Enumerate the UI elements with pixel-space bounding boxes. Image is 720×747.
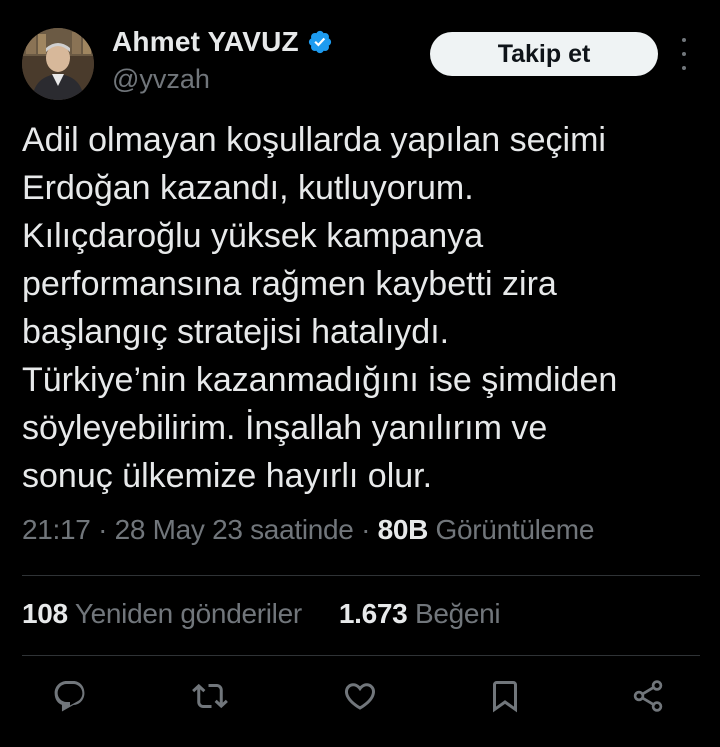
tweet-date[interactable]: 28 May 23 saatinde: [115, 514, 354, 545]
tweet-meta: 21:17 · 28 May 23 saatinde · 80B Görüntü…: [22, 514, 594, 546]
action-bar: [0, 672, 720, 722]
tweet-time[interactable]: 21:17: [22, 514, 91, 545]
meta-separator: ·: [98, 514, 108, 545]
repost-icon[interactable]: [192, 678, 228, 714]
tweet-line: söyleyebilirim. İnşallah yanılırım ve: [22, 409, 548, 447]
tweet-line: sonuç ülkemize hayırlı olur.: [22, 457, 433, 495]
likes-count: 1.673: [338, 598, 408, 629]
meta-separator: ·: [361, 514, 371, 545]
engagement-stats: 108 Yeniden gönderiler 1.673 Beğeni: [22, 598, 501, 630]
tweet-line: performansına rağmen kaybetti zira: [22, 265, 557, 303]
avatar[interactable]: [22, 28, 94, 100]
tweet-line: Türkiye’nin kazanmadığını ise şimdiden: [22, 361, 618, 399]
more-horizontal-icon[interactable]: [674, 38, 694, 70]
tweet-line: Kılıçdaroğlu yüksek kampanya: [22, 217, 484, 255]
views-count: 80B: [377, 514, 429, 545]
like-icon[interactable]: [342, 678, 378, 714]
reposts-count: 108: [22, 598, 68, 629]
author-handle[interactable]: @yvzah: [112, 64, 210, 95]
avatar-image: [22, 28, 94, 100]
tweet-text: Adil olmayan koşullarda yapılan seçimi E…: [22, 116, 702, 500]
likes-stat[interactable]: 1.673 Beğeni: [338, 598, 501, 629]
reply-icon[interactable]: [52, 678, 88, 714]
views-label: Görüntüleme: [435, 514, 595, 545]
follow-button[interactable]: Takip et: [430, 32, 658, 76]
author-name-row: Ahmet YAVUZ: [112, 26, 333, 58]
reposts-label: Yeniden gönderiler: [74, 598, 302, 629]
bookmark-icon[interactable]: [487, 678, 523, 714]
divider: [22, 655, 700, 656]
share-icon[interactable]: [630, 678, 666, 714]
tweet-line: Adil olmayan koşullarda yapılan seçimi: [22, 121, 606, 159]
reposts-stat[interactable]: 108 Yeniden gönderiler: [22, 598, 309, 629]
tweet-line: Erdoğan kazandı, kutluyorum.: [22, 169, 474, 207]
likes-label: Beğeni: [414, 598, 501, 629]
divider: [22, 575, 700, 576]
author-display-name[interactable]: Ahmet YAVUZ: [112, 26, 299, 58]
tweet-line: başlangıç stratejisi hatalıydı.: [22, 313, 450, 351]
tweet-header: Ahmet YAVUZ @yvzah Takip et: [0, 0, 720, 110]
verified-badge-icon: [307, 29, 333, 55]
